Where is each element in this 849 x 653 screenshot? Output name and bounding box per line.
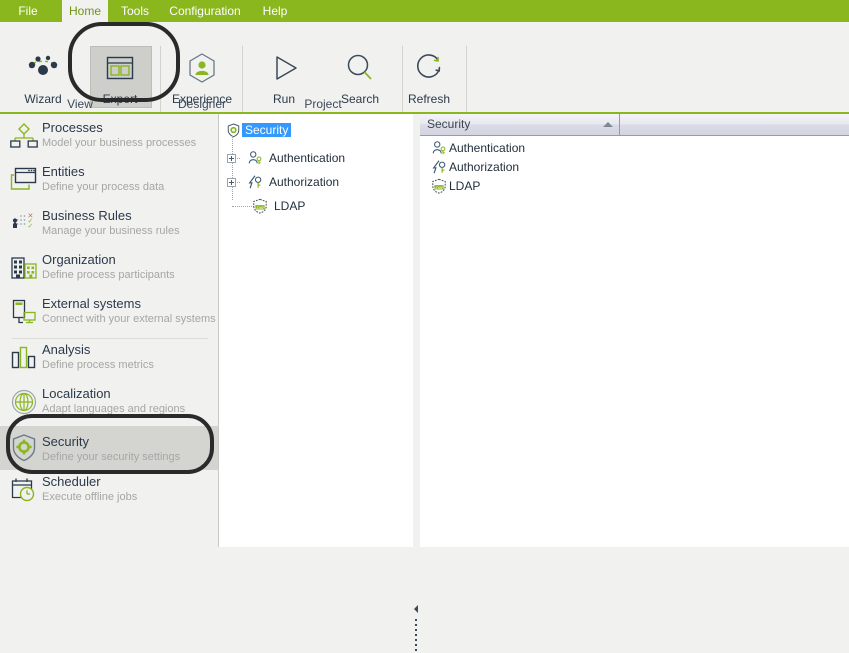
sidebar-divider [12,338,208,339]
sidebar-item-processes-title: Processes [42,120,103,135]
tree-node-security-root[interactable]: Security [224,120,292,140]
grid-header: Security [420,114,849,136]
ribbon-group-label-designer: Designer [177,97,227,111]
grid-row-authentication-label: Authentication [449,140,526,155]
grid-row-authorization-label: Authorization [449,159,520,174]
entity-window-icon [10,166,38,196]
run-play-icon [254,46,314,90]
authorization-key-icon [428,159,449,175]
tree-node-ldap[interactable]: LDAP LDAP [249,196,308,216]
security-shield-gear-icon [224,122,242,138]
tree-node-ldap-label: LDAP [274,199,306,213]
sidebar-item-business-rules[interactable]: ✕ ✓ ✓ Business Rules Manage your busines… [0,206,219,244]
search-magnifier-icon [330,46,390,90]
scheduler-calendar-clock-icon [10,476,38,506]
splitter-collapse-arrow-icon[interactable] [414,605,418,613]
sidebar-item-business-rules-title: Business Rules [42,208,132,223]
authentication-user-key-icon [244,150,266,166]
wizard-nodes-icon [12,46,74,90]
external-systems-icon [10,298,38,328]
sidebar-item-security[interactable]: Security Define your security settings [0,426,219,470]
menu-item-configuration-label: Configuration [169,4,241,18]
menu-item-home[interactable]: Home [62,0,108,22]
security-tree-panel: Security Authentication Authorization LD… [219,114,420,547]
sidebar-item-organization-subtitle: Define process participants [42,269,175,281]
ribbon-toolbar: Wizard Expert Experience Run Search Refr… [0,22,849,124]
splitter-grip[interactable] [415,619,418,653]
panel-splitter[interactable] [413,114,420,651]
tree-node-authentication-label: Authentication [269,151,346,165]
grid-row-authorization[interactable]: Authorization [428,157,519,176]
sidebar-item-organization[interactable]: Organization Define process participants [0,250,219,288]
experience-user-icon [163,46,241,90]
sidebar-item-entities[interactable]: Entities Define your process data [0,162,219,200]
menu-item-tools-label: Tools [120,4,149,18]
grid-column-empty[interactable] [620,114,849,135]
sidebar-item-scheduler-subtitle: Execute offline jobs [42,491,138,503]
menu-item-help-label: Help [262,4,288,18]
sidebar-item-scheduler[interactable]: Scheduler Execute offline jobs [0,472,219,510]
menu-item-file-label: File [18,4,38,18]
sidebar-item-analysis-title: Analysis [42,342,91,357]
sidebar-item-analysis[interactable]: Analysis Define process metrics [0,340,219,378]
sidebar-item-organization-title: Organization [42,252,116,267]
ribbon-group-label-project: Project [304,97,342,111]
sidebar-item-entities-subtitle: Define your process data [42,181,165,193]
menu-item-help[interactable]: Help [256,0,294,22]
tree-expander-authentication[interactable] [227,153,236,163]
security-list-panel: Security Authentication Authorization LD… [420,114,849,547]
sidebar-item-security-title: Security [42,434,89,449]
svg-text:LDAP: LDAP [255,206,265,210]
sidebar-item-processes[interactable]: Processes Model your business processes [0,118,219,156]
sidebar-item-localization-subtitle: Adapt languages and regions [42,403,186,415]
sidebar-item-external-systems-subtitle: Connect with your external systems [42,313,216,325]
grid-row-ldap-label: LDAP [449,178,481,193]
sidebar-item-analysis-subtitle: Define process metrics [42,359,154,371]
sidebar-item-security-subtitle: Define your security settings [42,451,181,463]
menu-item-configuration[interactable]: Configuration [158,0,252,22]
sidebar-item-localization[interactable]: Localization Adapt languages and regions [0,384,219,422]
authorization-key-icon [244,174,266,190]
refresh-circular-arrow-icon [398,46,460,90]
menu-item-tools[interactable]: Tools [114,0,156,22]
grid-row-authentication[interactable]: Authentication [428,138,525,157]
ldap-shield-icon: LDAP [428,178,449,194]
sort-ascending-icon [603,122,613,127]
sidebar-item-entities-title: Entities [42,164,85,179]
sidebar-item-processes-subtitle: Model your business processes [42,137,197,149]
menu-bar: File Home Tools Configuration Help [0,0,849,22]
tree-node-authentication[interactable]: Authentication [227,148,348,168]
svg-text:✓: ✓ [28,223,34,230]
grid-column-security-label: Security [427,117,471,131]
sidebar-item-scheduler-title: Scheduler [42,474,101,489]
grid-row-ldap[interactable]: LDAP LDAP [428,176,480,195]
sidebar-item-localization-title: Localization [42,386,111,401]
process-flow-icon [10,122,38,152]
tree-node-authorization-label: Authorization [269,175,340,189]
ribbon-group-label-view: View [67,97,93,111]
tree-expander-authorization[interactable] [227,177,236,187]
sidebar-item-external-systems[interactable]: External systems Connect with your exter… [0,294,219,332]
authentication-user-key-icon [428,140,449,156]
grid-column-security[interactable]: Security [420,114,620,135]
sidebar-item-external-systems-title: External systems [42,296,141,311]
tree-node-security-root-label: Security [242,123,292,137]
application-window: File Home Tools Configuration Help Wizar… [0,0,849,651]
menu-item-file[interactable]: File [8,0,48,22]
menu-item-home-label: Home [68,4,101,18]
ribbon-button-refresh[interactable]: Refresh [398,46,460,106]
svg-text:LDAP: LDAP [434,185,444,189]
analysis-bars-icon [10,344,38,374]
ldap-shield-icon: LDAP [249,198,271,214]
organization-building-icon [10,254,38,284]
sidebar-item-business-rules-subtitle: Manage your business rules [42,225,180,237]
localization-globe-icon [10,388,38,418]
ribbon-button-refresh-label: Refresh [407,92,451,106]
expert-layout-icon [89,46,151,90]
security-shield-gear-icon [10,433,38,463]
business-rules-icon: ✕ ✓ ✓ [10,210,38,240]
sidebar-navigation: Processes Model your business processes … [0,114,219,547]
tree-node-authorization[interactable]: Authorization [227,172,342,192]
